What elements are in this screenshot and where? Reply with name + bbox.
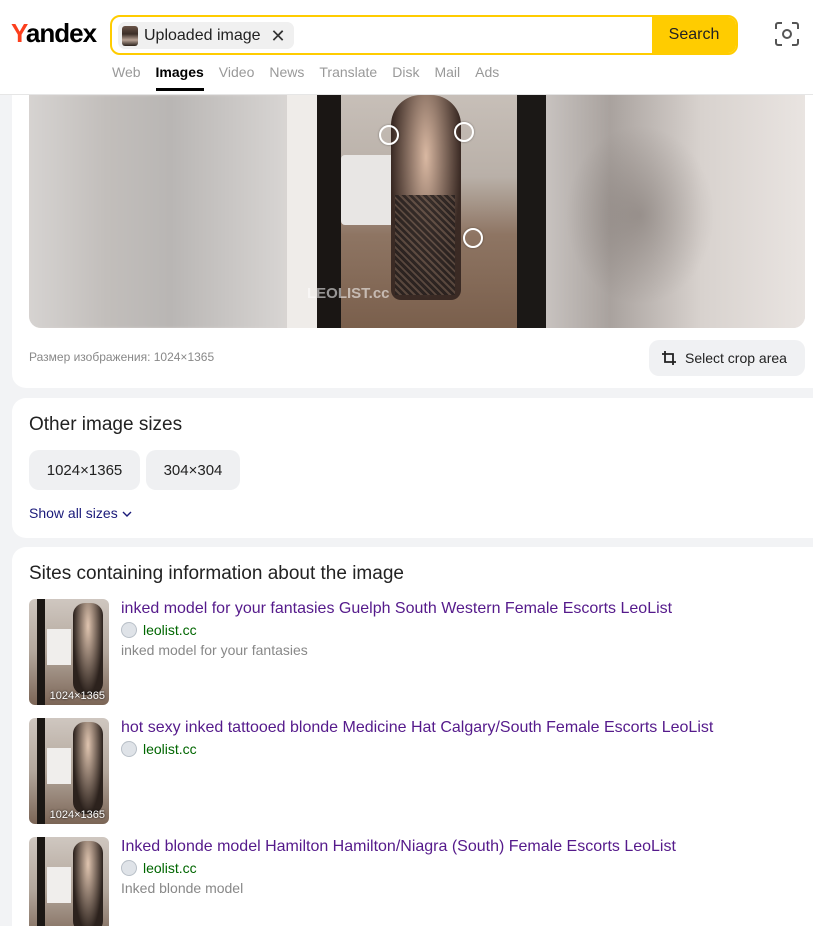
yandex-logo[interactable]: Yandex bbox=[11, 18, 97, 49]
result-size-badge: 1024×1365 bbox=[49, 809, 105, 821]
search-tabs: Web Images Video News Translate Disk Mai… bbox=[112, 64, 514, 91]
result-description: inked model for your fantasies bbox=[121, 642, 308, 658]
image-viewer[interactable]: LEOLIST.cc bbox=[29, 95, 805, 328]
result-thumbnail[interactable] bbox=[29, 837, 109, 926]
size-option-1024x1365[interactable]: 1024×1365 bbox=[29, 450, 140, 490]
result-description: Inked blonde model bbox=[121, 880, 244, 896]
search-box[interactable]: Uploaded image ✕ Search bbox=[110, 15, 738, 55]
crop-icon bbox=[662, 351, 676, 365]
result-site-link[interactable]: leolist.cc bbox=[121, 860, 197, 876]
result-size-badge: 1024×1365 bbox=[49, 690, 105, 702]
crop-button-label: Select crop area bbox=[685, 350, 787, 366]
tab-video[interactable]: Video bbox=[219, 64, 255, 91]
site-favicon-icon bbox=[121, 622, 137, 638]
tab-disk[interactable]: Disk bbox=[392, 64, 419, 91]
image-size-label: Размер изображения: 1024×1365 bbox=[29, 350, 215, 364]
uploaded-image-chip[interactable]: Uploaded image ✕ bbox=[118, 22, 294, 49]
select-crop-area-button[interactable]: Select crop area bbox=[649, 340, 805, 376]
chip-label: Uploaded image bbox=[144, 26, 261, 44]
tab-images[interactable]: Images bbox=[155, 64, 205, 91]
other-sizes-title: Other image sizes bbox=[29, 414, 183, 435]
result-thumbnail[interactable]: 1024×1365 bbox=[29, 599, 109, 705]
result-title-link[interactable]: hot sexy inked tattooed blonde Medicine … bbox=[121, 719, 713, 737]
chevron-down-icon bbox=[122, 511, 132, 517]
close-icon[interactable]: ✕ bbox=[271, 27, 286, 45]
site-favicon-icon bbox=[121, 860, 137, 876]
search-button[interactable]: Search bbox=[652, 17, 736, 53]
header: Yandex Uploaded image ✕ Search Web Image… bbox=[0, 0, 813, 95]
sites-title: Sites containing information about the i… bbox=[29, 563, 404, 584]
result-thumbnail[interactable]: 1024×1365 bbox=[29, 718, 109, 824]
uploaded-photo[interactable]: LEOLIST.cc bbox=[287, 95, 546, 328]
camera-search-icon[interactable] bbox=[773, 20, 801, 48]
site-favicon-icon bbox=[121, 741, 137, 757]
object-hotspot-3[interactable] bbox=[463, 228, 483, 248]
show-all-sizes-link[interactable]: Show all sizes bbox=[29, 505, 132, 521]
tab-ads[interactable]: Ads bbox=[475, 64, 499, 91]
tab-web[interactable]: Web bbox=[112, 64, 141, 91]
result-site-link[interactable]: leolist.cc bbox=[121, 741, 197, 757]
fishnet-legs bbox=[395, 195, 455, 295]
mirror-frame-right bbox=[517, 95, 546, 328]
tab-translate[interactable]: Translate bbox=[319, 64, 377, 91]
chip-thumbnail bbox=[122, 25, 138, 46]
tab-news[interactable]: News bbox=[269, 64, 304, 91]
object-hotspot-2[interactable] bbox=[454, 122, 474, 142]
blurred-background-left bbox=[29, 95, 287, 328]
show-all-sizes-label: Show all sizes bbox=[29, 505, 118, 521]
size-option-304x304[interactable]: 304×304 bbox=[146, 450, 240, 490]
result-title-link[interactable]: inked model for your fantasies Guelph So… bbox=[121, 600, 672, 618]
blurred-background-right bbox=[545, 95, 805, 328]
result-title-link[interactable]: Inked blonde model Hamilton Hamilton/Nia… bbox=[121, 838, 676, 856]
tab-mail[interactable]: Mail bbox=[434, 64, 460, 91]
watermark: LEOLIST.cc bbox=[307, 285, 390, 302]
result-site-link[interactable]: leolist.cc bbox=[121, 622, 197, 638]
object-hotspot-1[interactable] bbox=[379, 125, 399, 145]
